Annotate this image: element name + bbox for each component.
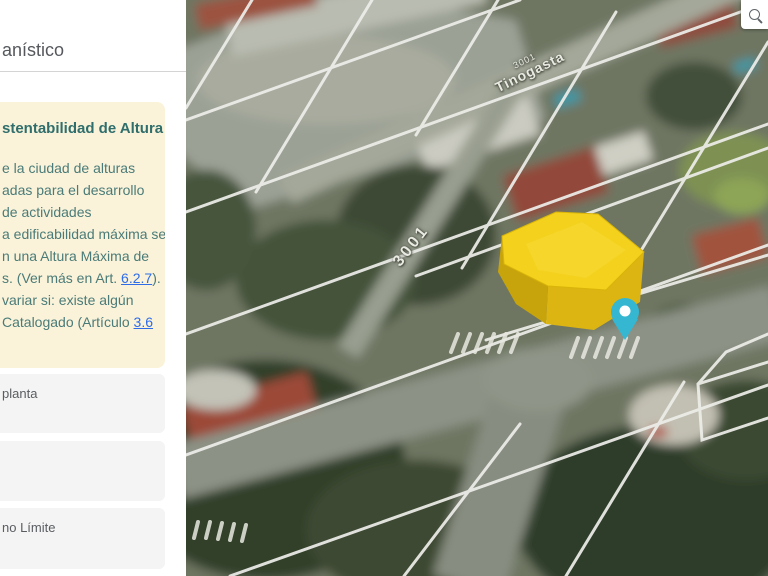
section-card-planta[interactable]: planta [0, 374, 165, 433]
info-line: e la ciudad de alturas [2, 160, 136, 176]
map-canvas[interactable]: 3001 Tinogasta 3001 [186, 0, 768, 576]
sidebar-panel: anístico stentabilidad de Altura e la ci… [0, 0, 186, 576]
info-line-text: ). [152, 270, 161, 286]
section-card-blank[interactable] [0, 441, 165, 501]
section-card-plano-limite[interactable]: no Límite [0, 508, 165, 569]
info-line-text: Catalogado (Artículo [2, 314, 134, 330]
satellite-imagery [186, 0, 768, 576]
article-36-link[interactable]: 3.6 [134, 314, 153, 330]
info-line-text: s. (Ver más en Art. [2, 270, 122, 286]
info-box-heading: stentabilidad de Altura [2, 120, 164, 137]
section-card-label: planta [2, 386, 38, 401]
info-line: Catalogado (Artículo 3.6 [2, 311, 155, 333]
info-line: n una Altura Máxima de [2, 248, 150, 264]
info-line: de actividades [2, 204, 92, 220]
page-title: anístico [2, 40, 65, 60]
info-line: a edificabilidad máxima se [2, 226, 165, 242]
section-card-label: no Límite [2, 520, 56, 535]
search-icon [749, 9, 760, 20]
article-627-link[interactable]: 6.2.7 [121, 270, 152, 286]
app-window: 3001 Tinogasta 3001 anístico stentabilid… [0, 0, 768, 576]
search-button[interactable] [741, 0, 768, 29]
info-line: adas para el desarrollo [2, 182, 145, 198]
title-divider [0, 71, 186, 72]
info-line: variar si: existe algún [2, 292, 134, 308]
info-box-sustentabilidad: stentabilidad de Altura e la ciudad de a… [0, 102, 165, 368]
info-line: s. (Ver más en Art. 6.2.7). [2, 267, 161, 289]
